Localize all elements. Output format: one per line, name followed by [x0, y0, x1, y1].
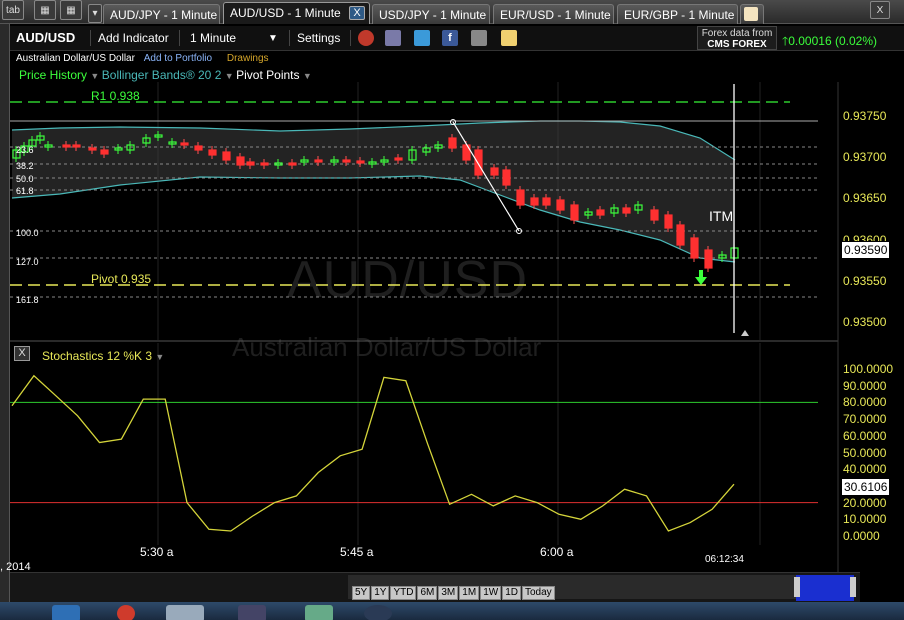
stochastics-axis-label: 70.0000 [843, 412, 887, 427]
candle-body [448, 137, 457, 149]
fib-level-label: 100.0 [16, 228, 39, 238]
price-axis-label: 0.93750 [843, 109, 887, 123]
buy-arrow-icon [695, 270, 707, 285]
explorer-icon[interactable] [52, 605, 80, 620]
range-buttons: 5Y 1Y YTD 6M 3M 1M 1W 1D Today [352, 586, 555, 600]
stochastics-axis-label: 50.0000 [843, 445, 887, 460]
stochastics-value-box: 30.6106 [841, 478, 891, 496]
candle-body [180, 142, 189, 146]
range-button[interactable]: 5Y [352, 586, 371, 600]
scroll-marker-icon [741, 330, 749, 336]
time-axis-label: 6:00 a [540, 545, 574, 559]
r1-label: R1 0.938 [91, 89, 140, 103]
stochastics-axis-label: 20.0000 [843, 495, 887, 510]
candle-body [516, 189, 525, 206]
stochastics-axis-label: 90.0000 [843, 378, 887, 393]
candle-body [556, 199, 565, 211]
stochastics-axis-label: 100.0000 [843, 362, 894, 376]
crosshair-time: 06:12:34 [705, 554, 744, 565]
candle-body [530, 197, 539, 206]
navigator-left-handle[interactable] [794, 577, 800, 597]
close-indicator-button[interactable]: X [14, 346, 30, 361]
range-button[interactable]: Today [521, 586, 555, 600]
media-icon[interactable] [238, 605, 266, 620]
candle-body [394, 157, 403, 161]
candle-body [622, 207, 631, 214]
browser-icon[interactable] [364, 605, 392, 620]
stochastics-axis-label: 10.0000 [843, 512, 887, 527]
stochastics-title: Stochastics 12 %K 3 [42, 349, 153, 363]
time-axis-label: 5:30 a [140, 545, 174, 559]
bollinger-fill [12, 121, 735, 262]
candle-body [194, 145, 203, 151]
candle-body [474, 149, 483, 176]
chrome-icon[interactable] [117, 605, 135, 620]
candle-body [596, 209, 605, 216]
stochastics-axis-label: 40.0000 [843, 462, 887, 477]
candle-body [260, 162, 269, 166]
candle-body [570, 204, 579, 221]
chevron-down-icon: ▼ [155, 352, 165, 362]
os-taskbar [0, 602, 904, 620]
stochastics-axis-label: 60.0000 [843, 428, 887, 443]
candle-body [664, 214, 673, 229]
stochastics-line [11, 374, 735, 532]
time-axis-label: 5:45 a [340, 545, 374, 559]
candle-body [704, 249, 713, 269]
navigator-right-handle[interactable] [850, 577, 856, 597]
candle-body [342, 159, 351, 163]
candle-body [288, 162, 297, 166]
stochastics-label[interactable]: Stochastics 12 %K 3 ▼ [42, 349, 164, 363]
stochastics-axis-label: 80.0000 [843, 395, 887, 410]
price-axis-label: 0.93550 [843, 273, 887, 288]
candle-body [62, 144, 71, 148]
stochastics-axis-label: 0.0000 [843, 529, 880, 543]
fib-level-label: 61.8 [16, 186, 34, 196]
candle-body [100, 149, 109, 155]
range-button[interactable]: YTD [390, 586, 417, 600]
fib-level-label: 23.6 [16, 145, 34, 155]
range-button[interactable]: 3M [438, 586, 459, 600]
fib-level-label: 50.0 [16, 174, 34, 184]
price-axis-label: 0.93650 [843, 191, 887, 206]
app-icon[interactable] [166, 605, 204, 620]
price-axis-label: 0.93500 [843, 315, 887, 329]
candle-body [490, 167, 499, 176]
candle-body [236, 156, 245, 166]
candle-body [88, 147, 97, 151]
candle-body [222, 151, 231, 161]
fib-level-label: 38.2 [16, 161, 34, 171]
range-button[interactable]: 1Y [371, 586, 390, 600]
candle-body [676, 224, 685, 246]
range-button[interactable]: 6M [417, 586, 438, 600]
itm-label: ITM [709, 208, 734, 224]
candle-body [542, 197, 551, 206]
range-button[interactable]: 1D [502, 586, 521, 600]
pivot-label: Pivot 0.935 [91, 272, 152, 286]
candle-body [690, 237, 699, 259]
candle-body [502, 169, 511, 186]
candle-body [72, 144, 81, 148]
candle-body [356, 160, 365, 164]
spreadsheet-icon[interactable] [305, 605, 333, 620]
candle-body [314, 159, 323, 163]
fib-level-label: 127.0 [16, 257, 39, 267]
range-button[interactable]: 1W [480, 586, 502, 600]
range-button[interactable]: 1M [459, 586, 480, 600]
current-price-box: 0.93590 [841, 241, 891, 259]
candle-body [246, 161, 255, 166]
candle-body [208, 149, 217, 156]
fib-level-label: 161.8 [16, 295, 39, 305]
navigator-selection[interactable] [796, 575, 854, 601]
price-axis-label: 0.93700 [843, 150, 887, 165]
candle-body [650, 209, 659, 221]
